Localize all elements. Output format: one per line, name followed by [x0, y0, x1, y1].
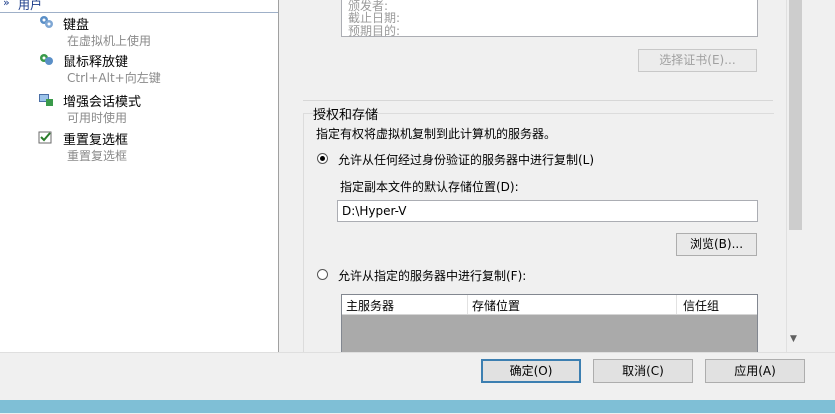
nav-section-header[interactable]: » 用户	[0, 0, 278, 13]
mouse-icon	[40, 54, 53, 65]
allow-specified-server-label[interactable]: 允许从指定的服务器中进行复制(F):	[338, 267, 526, 284]
column-separator[interactable]	[676, 295, 677, 314]
nav-item-subtitle: 在虚拟机上使用	[67, 34, 152, 48]
nav-item-subtitle: 重置复选框	[67, 149, 128, 163]
default-location-input[interactable]: D:\Hyper-V	[337, 200, 758, 222]
checkbox-reset-icon	[38, 131, 52, 144]
session-icon	[39, 94, 53, 106]
scroll-down-arrow-icon[interactable]: ▼	[790, 334, 797, 344]
column-header-trust-group[interactable]: 信任组	[683, 297, 719, 314]
authorization-group-title: 授权和存储	[313, 108, 379, 123]
nav-item-title: 键盘	[63, 18, 90, 33]
browse-button[interactable]: 浏览(B)...	[676, 233, 757, 256]
nav-item-subtitle: 可用时使用	[67, 111, 128, 125]
allow-any-server-radio[interactable]	[317, 153, 328, 164]
section-divider	[303, 100, 773, 101]
column-header-primary-server[interactable]: 主服务器	[346, 297, 394, 314]
window-border	[0, 400, 835, 413]
nav-item-title: 鼠标释放键	[63, 55, 129, 70]
window-edge	[803, 0, 835, 352]
cert-purpose-label: 预期目的:	[348, 24, 401, 38]
settings-nav-panel: » 用户 键盘 在虚拟机上使用 鼠标释放键 Ctrl+Alt+向左键 增强会话模…	[0, 0, 279, 352]
collapse-chevron-icon[interactable]: »	[3, 0, 15, 9]
select-certificate-button[interactable]: 选择证书(E)...	[638, 49, 757, 72]
column-separator[interactable]	[467, 295, 468, 314]
column-header-storage-location[interactable]: 存储位置	[472, 297, 520, 314]
server-list-table[interactable]: 主服务器 存储位置 信任组	[341, 294, 758, 353]
allow-any-server-label[interactable]: 允许从任何经过身份验证的服务器中进行复制(L)	[338, 151, 594, 168]
nav-item-title: 增强会话模式	[63, 95, 142, 110]
nav-item-subtitle: Ctrl+Alt+向左键	[67, 71, 161, 85]
cancel-button[interactable]: 取消(C)	[593, 359, 693, 383]
ok-button[interactable]: 确定(O)	[481, 359, 581, 383]
nav-section-label: 用户	[18, 0, 43, 12]
apply-button[interactable]: 应用(A)	[705, 359, 805, 383]
server-table-header: 主服务器 存储位置 信任组	[342, 295, 757, 315]
keyboard-icon	[40, 16, 53, 28]
default-location-label: 指定副本文件的默认存储位置(D):	[340, 180, 519, 194]
scrollbar-thumb[interactable]	[789, 0, 802, 230]
certificate-info-box: 颁发者: 截止日期: 预期目的:	[341, 0, 758, 38]
authorization-description: 指定有权将虚拟机复制到此计算机的服务器。	[316, 127, 557, 141]
vertical-scrollbar[interactable]: ▼	[786, 0, 804, 352]
nav-item-title: 重置复选框	[63, 133, 129, 148]
dialog-frame: » 用户 键盘 在虚拟机上使用 鼠标释放键 Ctrl+Alt+向左键 增强会话模…	[0, 0, 835, 414]
allow-specified-server-radio[interactable]	[317, 269, 328, 280]
